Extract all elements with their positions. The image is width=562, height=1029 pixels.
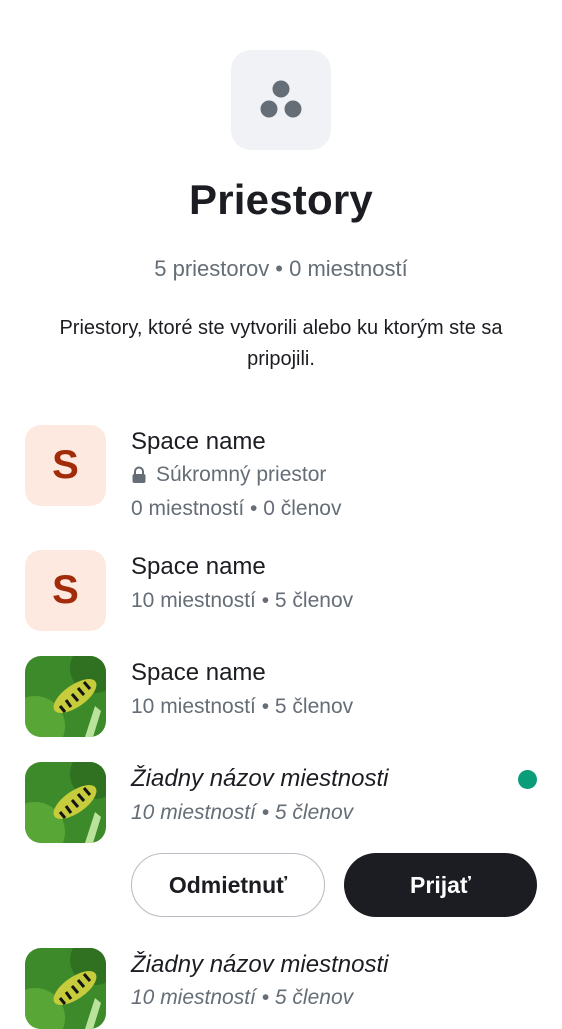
space-avatar[interactable]: S bbox=[25, 425, 106, 506]
lock-icon bbox=[132, 466, 146, 483]
space-meta: 0 miestností • 0 členov bbox=[131, 497, 342, 520]
space-avatar-photo[interactable] bbox=[25, 948, 106, 1029]
space-name[interactable]: Žiadny názov miestnosti bbox=[131, 765, 388, 793]
caterpillar-photo bbox=[25, 762, 106, 843]
spaces-description: Priestory, ktoré ste vytvorili alebo ku … bbox=[59, 317, 503, 370]
caterpillar-photo bbox=[25, 948, 106, 1029]
page-title: Priestory bbox=[189, 176, 373, 223]
caterpillar-photo bbox=[25, 656, 106, 737]
spaces-header-icon bbox=[231, 50, 331, 150]
space-meta: 10 miestností • 5 členov bbox=[131, 801, 354, 824]
space-meta: 10 miestností • 5 členov bbox=[131, 986, 354, 1009]
privacy-label: Súkromný priestor bbox=[156, 463, 327, 486]
spaces-summary: 5 priestorov • 0 miestností bbox=[154, 256, 408, 281]
accept-invite-button[interactable]: Prijať bbox=[344, 853, 537, 917]
space-avatar[interactable]: S bbox=[25, 550, 106, 631]
decline-invite-button[interactable]: Odmietnuť bbox=[131, 853, 325, 917]
spaces-icon bbox=[260, 80, 302, 118]
space-avatar-photo[interactable] bbox=[25, 656, 106, 737]
space-name[interactable]: Space name bbox=[131, 428, 266, 456]
space-meta: 10 miestností • 5 členov bbox=[131, 589, 354, 612]
space-name[interactable]: Space name bbox=[131, 553, 266, 581]
space-privacy: Súkromný priestor bbox=[131, 463, 326, 487]
space-name[interactable]: Space name bbox=[131, 659, 266, 687]
space-meta: 10 miestností • 5 členov bbox=[131, 695, 354, 718]
space-avatar-photo[interactable] bbox=[25, 762, 106, 843]
unread-indicator bbox=[518, 770, 537, 789]
space-name[interactable]: Žiadny názov miestnosti bbox=[131, 951, 388, 979]
